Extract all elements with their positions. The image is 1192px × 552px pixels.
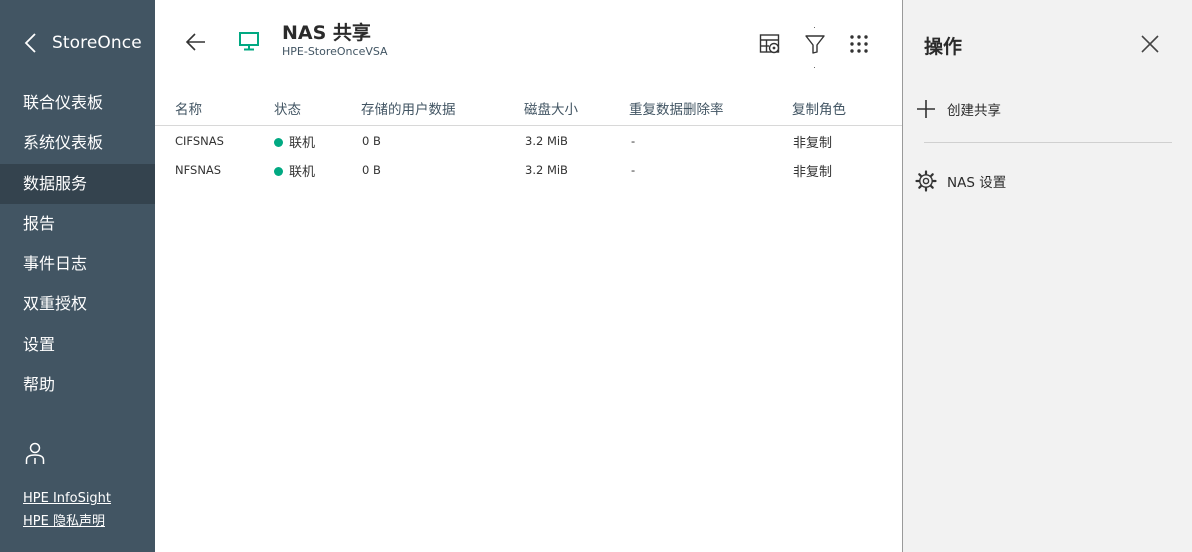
monitor-icon: [239, 32, 259, 51]
page-subtitle: HPE-StoreOnceVSA: [282, 45, 388, 58]
filter-icon[interactable]: [804, 33, 826, 55]
sidebar-item-federated-dashboard[interactable]: 联合仪表板: [0, 83, 155, 123]
column-header-status[interactable]: 状态: [274, 98, 301, 118]
table-row[interactable]: NFSNAS 联机 0 B 3.2 MiB - 非复制: [155, 156, 902, 185]
create-share-label: 创建共享: [947, 103, 1001, 119]
status-online-icon: [274, 138, 283, 147]
status-label: 联机: [289, 165, 316, 180]
create-share-button[interactable]: 创建共享: [915, 98, 1001, 120]
footer-links: HPE InfoSight HPE 隐私声明: [23, 487, 111, 533]
column-header-dedupe-ratio[interactable]: 重复数据删除率: [629, 98, 724, 118]
column-header-name[interactable]: 名称: [175, 98, 202, 118]
gear-icon: [915, 170, 937, 192]
table-header: 名称 状态 存储的用户数据 磁盘大小 重复数据删除率 复制角色: [155, 88, 902, 126]
cell-name: NFSNAS: [175, 163, 222, 177]
cell-disk-size: 3.2 MiB: [525, 163, 568, 177]
page-header: NAS 共享 HPE-StoreOnceVSA: [155, 0, 902, 80]
back-arrow-icon[interactable]: [185, 31, 207, 53]
status-online-icon: [274, 167, 283, 176]
user-icon[interactable]: [24, 441, 46, 465]
close-icon[interactable]: [1139, 33, 1161, 55]
cell-replication-role: 非复制: [793, 165, 833, 180]
sidebar-item-settings[interactable]: 设置: [0, 325, 155, 365]
column-header-replication-role[interactable]: 复制角色: [792, 98, 846, 118]
sidebar-nav: 联合仪表板 系统仪表板 数据服务 报告 事件日志 双重授权 设置 帮助: [0, 83, 155, 405]
sidebar-item-reports[interactable]: 报告: [0, 204, 155, 244]
nas-settings-button[interactable]: NAS 设置: [915, 170, 1006, 192]
status-label: 联机: [289, 136, 316, 151]
sidebar-item-event-log[interactable]: 事件日志: [0, 244, 155, 284]
sidebar-item-data-services[interactable]: 数据服务: [0, 163, 155, 204]
cell-replication-role: 非复制: [793, 136, 833, 151]
filter-indicator: [814, 27, 815, 28]
cell-user-data: 0 B: [362, 134, 381, 148]
cell-disk-size: 3.2 MiB: [525, 134, 568, 148]
chevron-left-icon: [24, 33, 36, 53]
table-row[interactable]: CIFSNAS 联机 0 B 3.2 MiB - 非复制: [155, 127, 902, 156]
cell-user-data: 0 B: [362, 163, 381, 177]
privacy-link[interactable]: HPE 隐私声明: [23, 510, 111, 533]
actions-title: 操作: [924, 36, 963, 58]
nas-shares-table: 名称 状态 存储的用户数据 磁盘大小 重复数据删除率 复制角色 CIFSNAS …: [155, 88, 902, 185]
cell-name: CIFSNAS: [175, 134, 224, 148]
grid-icon[interactable]: [848, 33, 870, 55]
sidebar-item-system-dashboard[interactable]: 系统仪表板: [0, 123, 155, 163]
actions-panel: 操作 创建共享 NAS 设置: [903, 0, 1192, 552]
sidebar-item-dual-authorization[interactable]: 双重授权: [0, 284, 155, 324]
cell-dedupe-ratio: -: [631, 134, 636, 148]
sidebar: StoreOnce 联合仪表板 系统仪表板 数据服务 报告 事件日志 双重授权 …: [0, 0, 155, 552]
column-header-disk-size[interactable]: 磁盘大小: [524, 98, 578, 118]
cell-dedupe-ratio: -: [631, 163, 636, 177]
actions-separator: [924, 142, 1172, 143]
brand-name: StoreOnce: [52, 33, 142, 53]
table-settings-icon[interactable]: [759, 33, 781, 55]
column-header-user-data[interactable]: 存储的用户数据: [361, 98, 456, 118]
filter-indicator-bottom: [814, 67, 815, 68]
cell-status: 联机: [274, 132, 315, 151]
infosight-link[interactable]: HPE InfoSight: [23, 487, 111, 510]
nas-settings-label: NAS 设置: [947, 175, 1007, 191]
brand-back-link[interactable]: StoreOnce: [22, 30, 142, 56]
page-title: NAS 共享: [282, 22, 371, 44]
cell-status: 联机: [274, 161, 315, 180]
sidebar-item-help[interactable]: 帮助: [0, 365, 155, 405]
plus-icon: [917, 100, 935, 118]
